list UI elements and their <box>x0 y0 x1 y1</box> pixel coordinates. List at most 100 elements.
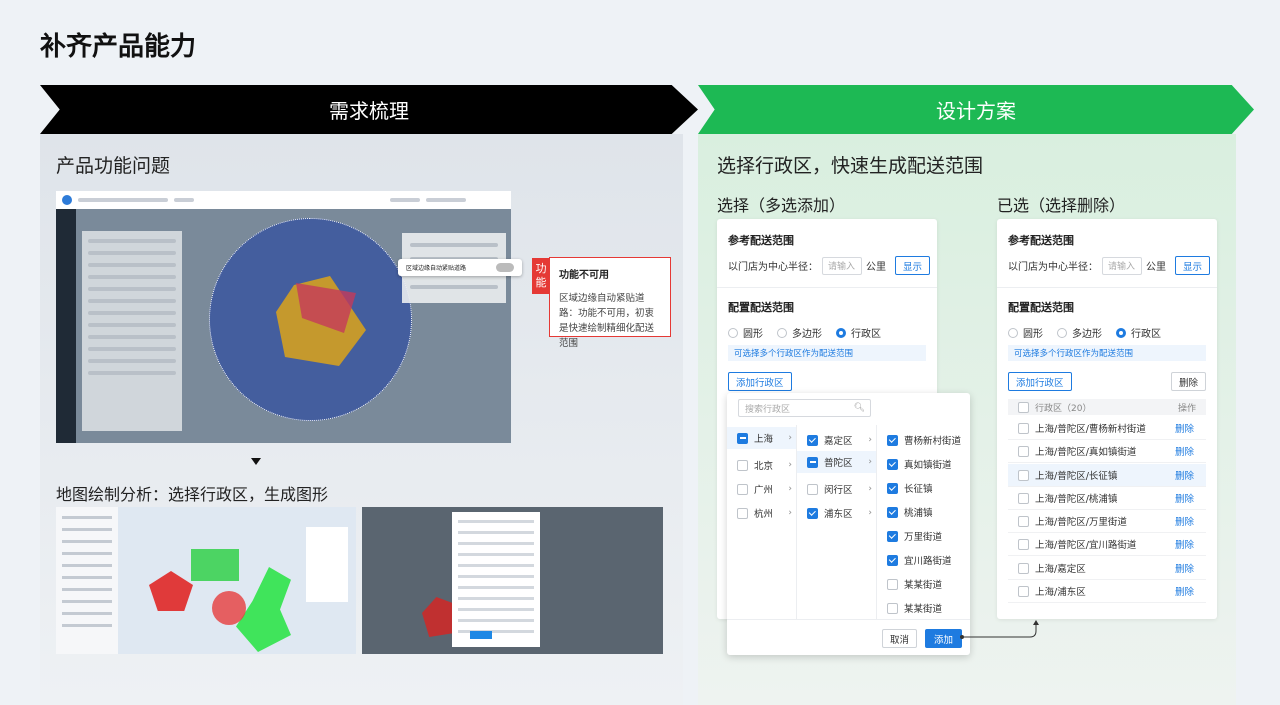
checkbox-icon[interactable] <box>1018 422 1029 434</box>
district-option[interactable]: 闵行区 › <box>807 482 872 496</box>
checkbox-icon[interactable] <box>1018 445 1029 457</box>
callout-heading: 功能不可用 <box>559 270 609 281</box>
callout-box: 功能不可用 区域边缘自动紧贴道路：功能不可用，初衷是快速绘制精细化配送范围 <box>549 257 671 349</box>
add-district-button[interactable]: 添加行政区 <box>1008 372 1072 391</box>
checkbox-icon <box>887 578 898 590</box>
district-hint: 可选择多个行政区作为配送范围 <box>1008 345 1206 361</box>
district-column: 嘉定区 › 普陀区 › 闵行区 › 浦东区 › <box>797 425 877 619</box>
checkbox-checked-icon <box>887 434 898 446</box>
city-option[interactable]: 北京 › <box>737 458 792 472</box>
row-delete-link[interactable]: 删除 <box>1175 444 1194 458</box>
checkbox-icon <box>887 602 898 614</box>
table-row: 上海/普陀区/曹杨新村街道 删除 <box>1008 417 1206 440</box>
selected-table-header: 行政区（20） 操作 <box>1008 399 1206 415</box>
city-option[interactable]: 杭州 › <box>737 506 792 520</box>
checkbox-icon[interactable] <box>1018 562 1029 574</box>
checkbox-icon[interactable] <box>1018 538 1029 550</box>
row-delete-link[interactable]: 删除 <box>1175 491 1194 505</box>
radio-circle[interactable]: 圆形 <box>728 325 763 340</box>
checkbox-icon[interactable] <box>1018 515 1029 527</box>
checkbox-icon <box>807 483 818 495</box>
add-button[interactable]: 添加 <box>925 629 963 648</box>
table-row: 上海/普陀区/真如镇街道 删除 <box>1008 440 1206 463</box>
row-delete-link[interactable]: 删除 <box>1175 468 1194 482</box>
callout-tag-char: 功 <box>535 262 547 275</box>
config-range-title: 配置配送范围 <box>1008 301 1074 314</box>
table-row: 上海/普陀区/宜川路街道 删除 <box>1008 533 1206 556</box>
radio-polygon[interactable]: 多边形 <box>777 325 822 340</box>
chevron-right-icon: › <box>788 508 792 518</box>
district-search-input[interactable]: 搜索行政区 🔍︎ <box>738 399 871 417</box>
logo-icon <box>62 195 72 205</box>
option-label: 宜川路街道 <box>904 556 952 567</box>
row-delete-link[interactable]: 删除 <box>1175 561 1194 575</box>
selected-card: 参考配送范围 以门店为中心半径： 请输入 公里 显示 配置配送范围 圆形 多边形… <box>997 219 1217 619</box>
checkbox-icon <box>737 507 748 519</box>
radio-district[interactable]: 行政区 <box>836 325 881 340</box>
district-option[interactable]: 普陀区 › <box>797 451 876 473</box>
radius-input[interactable]: 请输入 <box>822 256 862 275</box>
row-delete-link[interactable]: 删除 <box>1175 514 1194 528</box>
map-sidebar <box>56 209 76 443</box>
row-delete-link[interactable]: 删除 <box>1175 421 1194 435</box>
table-row: 上海/普陀区/长征镇 删除 <box>1008 464 1206 487</box>
street-option[interactable]: 某某街道 <box>887 577 966 591</box>
street-column: 曹杨新村街道 真如镇街道 长征镇 桃浦镇 万里街道 宜川路街道 某某街道 某某街… <box>877 425 970 619</box>
radio-polygon[interactable]: 多边形 <box>1057 325 1102 340</box>
checkbox-icon[interactable] <box>1018 492 1029 504</box>
unit-label: 公里 <box>866 262 886 273</box>
toggle-tip-label: 区域边缘自动紧贴道路 <box>406 265 467 272</box>
callout-text: 区域边缘自动紧贴道路：功能不可用，初衷是快速绘制精细化配送范围 <box>559 293 655 349</box>
radio-district[interactable]: 行政区 <box>1116 325 1161 340</box>
district-option[interactable]: 浦东区 › <box>807 506 872 520</box>
checkbox-icon <box>737 459 748 471</box>
checkbox-checked-icon <box>887 506 898 518</box>
chevron-right-icon: › <box>868 435 872 445</box>
row-delete-link[interactable]: 删除 <box>1175 537 1194 551</box>
checkbox-checked-icon <box>887 554 898 566</box>
chevron-right-icon: › <box>788 484 792 494</box>
city-option[interactable]: 广州 › <box>737 482 792 496</box>
toggle-switch[interactable] <box>496 263 514 272</box>
checkbox-checked-icon <box>887 458 898 470</box>
option-label: 某某街道 <box>904 604 943 615</box>
street-option[interactable]: 万里街道 <box>887 529 966 543</box>
checkbox-icon[interactable] <box>1018 469 1029 481</box>
delete-button[interactable]: 删除 <box>1170 372 1206 391</box>
street-option[interactable]: 桃浦镇 <box>887 505 966 519</box>
street-option[interactable]: 某某街道 <box>887 601 966 615</box>
row-label: 上海/普陀区/真如镇街道 <box>1035 447 1137 458</box>
city-option[interactable]: 上海 › <box>727 427 796 449</box>
cancel-button[interactable]: 取消 <box>882 629 918 648</box>
district-option[interactable]: 嘉定区 › <box>807 433 872 447</box>
circle-shape <box>212 591 246 625</box>
radio-icon <box>728 327 738 338</box>
banner-design: 设计方案 <box>698 85 1254 134</box>
map-side-panel <box>306 527 348 602</box>
street-option[interactable]: 曹杨新村街道 <box>887 433 966 447</box>
auto-road-toggle-tip[interactable]: 区域边缘自动紧贴道路 <box>398 259 522 276</box>
show-button[interactable]: 显示 <box>895 256 931 275</box>
street-option[interactable]: 长征镇 <box>887 481 966 495</box>
radio-label: 多边形 <box>1072 329 1102 340</box>
show-button[interactable]: 显示 <box>1175 256 1211 275</box>
radio-circle[interactable]: 圆形 <box>1008 325 1043 340</box>
analysis-title: 地图绘制分析：选择行政区，生成图形 <box>56 485 329 504</box>
checkbox-icon[interactable] <box>1018 585 1029 597</box>
callout-tag: 功 能 <box>532 258 550 294</box>
ref-range-title: 参考配送范围 <box>1008 234 1074 247</box>
row-label: 上海/普陀区/万里街道 <box>1035 517 1127 528</box>
radius-input[interactable]: 请输入 <box>1102 256 1142 275</box>
checkbox-partial-icon <box>737 432 748 444</box>
option-label: 桃浦镇 <box>904 508 933 519</box>
add-district-button[interactable]: 添加行政区 <box>728 372 792 391</box>
row-label: 上海/普陀区/曹杨新村街道 <box>1035 424 1146 435</box>
row-delete-link[interactable]: 删除 <box>1175 584 1194 598</box>
checkbox-icon[interactable] <box>1018 401 1029 413</box>
ref-range-title: 参考配送范围 <box>728 234 794 247</box>
street-option[interactable]: 宜川路街道 <box>887 553 966 567</box>
table-header-label: 行政区（20） <box>1035 403 1092 414</box>
map-list-panel <box>82 231 182 431</box>
search-placeholder: 搜索行政区 <box>745 404 791 415</box>
street-option[interactable]: 真如镇街道 <box>887 457 966 471</box>
